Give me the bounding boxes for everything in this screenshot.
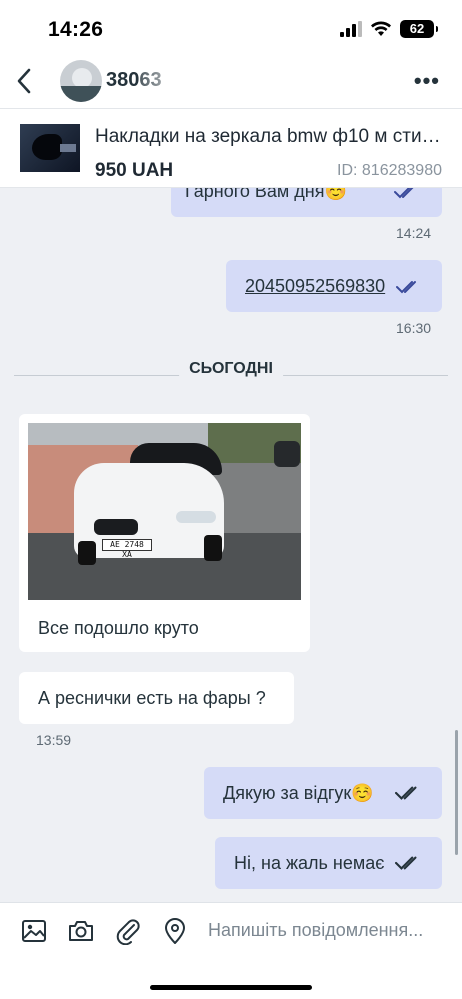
- message-text: Все подошло круто: [38, 618, 199, 638]
- day-separator-label: СЬОГОДНІ: [179, 360, 283, 378]
- tracking-number-link[interactable]: 20450952569830: [245, 276, 385, 297]
- battery-indicator: 62: [400, 20, 438, 38]
- camera-icon[interactable]: [67, 917, 95, 945]
- message-bubble-outgoing[interactable]: Ні, на жаль немає: [215, 837, 442, 889]
- attached-photo[interactable]: AE 2748 XA: [28, 423, 301, 600]
- listing-thumbnail: [20, 124, 80, 172]
- message-text: Дякую за відгук☺️: [223, 783, 374, 803]
- paperclip-icon[interactable]: [114, 917, 142, 945]
- message-time: 16:30: [396, 320, 432, 336]
- listing-card[interactable]: Накладки на зеркала bmw ф10 м стил... 95…: [0, 108, 462, 188]
- back-arrow-icon[interactable]: [10, 64, 40, 98]
- listing-title: Накладки на зеркала bmw ф10 м стил...: [95, 126, 445, 147]
- listing-id: ID: 816283980: [337, 162, 442, 179]
- location-pin-icon[interactable]: [161, 917, 189, 945]
- message-input[interactable]: Напишіть повідомлення...: [208, 920, 423, 941]
- message-time: 14:24: [396, 225, 432, 241]
- home-indicator: [150, 985, 312, 990]
- status-icons: 62: [340, 20, 438, 38]
- license-plate: AE 2748 XA: [102, 539, 152, 559]
- message-text: А реснички есть на фары ?: [38, 688, 266, 708]
- wifi-icon: [371, 21, 391, 36]
- double-check-icon: [396, 281, 416, 294]
- double-check-icon: [395, 786, 417, 800]
- message-bubble-outgoing[interactable]: Дякую за відгук☺️: [204, 767, 442, 819]
- day-separator: СЬОГОДНІ: [14, 358, 448, 382]
- chat-header: 38063 •••: [0, 58, 462, 108]
- message-bubble-incoming-photo[interactable]: AE 2748 XA Все подошло круто: [19, 414, 310, 652]
- status-bar: 14:26 62: [0, 0, 462, 58]
- message-text: Ні, на жаль немає: [234, 853, 385, 873]
- double-check-icon: [395, 856, 417, 870]
- signal-icon: [340, 21, 362, 37]
- scrollbar[interactable]: [455, 730, 458, 855]
- message-bubble-outgoing[interactable]: 20450952569830: [226, 260, 442, 312]
- message-bubble-incoming[interactable]: А реснички есть на фары ?: [19, 672, 294, 724]
- message-time: 13:59: [36, 732, 72, 748]
- image-icon[interactable]: [20, 917, 48, 945]
- listing-price: 950 UAH: [95, 160, 174, 181]
- avatar[interactable]: [60, 60, 102, 102]
- status-time: 14:26: [48, 18, 104, 41]
- more-options-icon[interactable]: •••: [414, 68, 440, 94]
